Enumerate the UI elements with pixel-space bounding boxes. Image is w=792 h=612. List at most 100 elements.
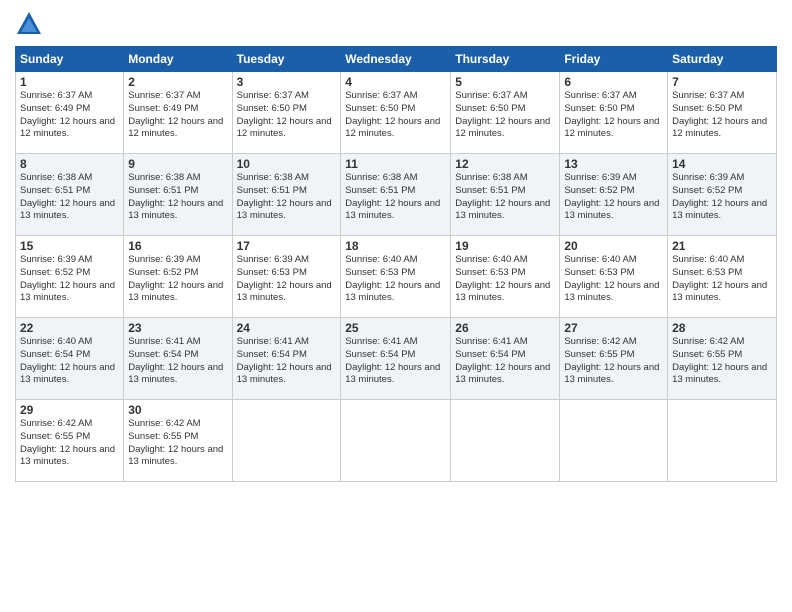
day-info: Sunrise: 6:38 AM Sunset: 6:51 PM Dayligh… xyxy=(345,172,446,223)
calendar-day-cell: 18 Sunrise: 6:40 AM Sunset: 6:53 PM Dayl… xyxy=(341,236,451,318)
day-info: Sunrise: 6:41 AM Sunset: 6:54 PM Dayligh… xyxy=(455,336,555,387)
day-number: 4 xyxy=(345,75,446,89)
day-info: Sunrise: 6:39 AM Sunset: 6:52 PM Dayligh… xyxy=(20,254,119,305)
day-number: 1 xyxy=(20,75,119,89)
day-number: 24 xyxy=(237,321,337,335)
calendar-day-cell: 15 Sunrise: 6:39 AM Sunset: 6:52 PM Dayl… xyxy=(16,236,124,318)
calendar-day-cell: 6 Sunrise: 6:37 AM Sunset: 6:50 PM Dayli… xyxy=(560,72,668,154)
weekday-header: Friday xyxy=(560,47,668,72)
day-number: 3 xyxy=(237,75,337,89)
day-info: Sunrise: 6:39 AM Sunset: 6:52 PM Dayligh… xyxy=(564,172,663,223)
calendar-day-cell: 20 Sunrise: 6:40 AM Sunset: 6:53 PM Dayl… xyxy=(560,236,668,318)
day-number: 7 xyxy=(672,75,772,89)
calendar-week-row: 15 Sunrise: 6:39 AM Sunset: 6:52 PM Dayl… xyxy=(16,236,777,318)
calendar-day-cell: 5 Sunrise: 6:37 AM Sunset: 6:50 PM Dayli… xyxy=(451,72,560,154)
calendar-day-cell: 12 Sunrise: 6:38 AM Sunset: 6:51 PM Dayl… xyxy=(451,154,560,236)
weekday-header: Saturday xyxy=(668,47,777,72)
day-info: Sunrise: 6:37 AM Sunset: 6:50 PM Dayligh… xyxy=(564,90,663,141)
calendar-week-row: 1 Sunrise: 6:37 AM Sunset: 6:49 PM Dayli… xyxy=(16,72,777,154)
day-info: Sunrise: 6:40 AM Sunset: 6:53 PM Dayligh… xyxy=(564,254,663,305)
day-number: 9 xyxy=(128,157,227,171)
calendar-week-row: 8 Sunrise: 6:38 AM Sunset: 6:51 PM Dayli… xyxy=(16,154,777,236)
calendar-day-cell: 14 Sunrise: 6:39 AM Sunset: 6:52 PM Dayl… xyxy=(668,154,777,236)
calendar-day-cell: 1 Sunrise: 6:37 AM Sunset: 6:49 PM Dayli… xyxy=(16,72,124,154)
day-number: 14 xyxy=(672,157,772,171)
day-number: 18 xyxy=(345,239,446,253)
day-info: Sunrise: 6:37 AM Sunset: 6:50 PM Dayligh… xyxy=(237,90,337,141)
calendar-day-cell: 24 Sunrise: 6:41 AM Sunset: 6:54 PM Dayl… xyxy=(232,318,341,400)
calendar-day-cell: 17 Sunrise: 6:39 AM Sunset: 6:53 PM Dayl… xyxy=(232,236,341,318)
day-number: 21 xyxy=(672,239,772,253)
calendar-week-row: 29 Sunrise: 6:42 AM Sunset: 6:55 PM Dayl… xyxy=(16,400,777,482)
day-number: 27 xyxy=(564,321,663,335)
day-number: 15 xyxy=(20,239,119,253)
calendar-day-cell: 13 Sunrise: 6:39 AM Sunset: 6:52 PM Dayl… xyxy=(560,154,668,236)
day-number: 10 xyxy=(237,157,337,171)
day-number: 17 xyxy=(237,239,337,253)
calendar-day-cell: 3 Sunrise: 6:37 AM Sunset: 6:50 PM Dayli… xyxy=(232,72,341,154)
day-number: 25 xyxy=(345,321,446,335)
weekday-header: Monday xyxy=(124,47,232,72)
day-info: Sunrise: 6:40 AM Sunset: 6:53 PM Dayligh… xyxy=(672,254,772,305)
calendar-day-cell xyxy=(232,400,341,482)
day-number: 20 xyxy=(564,239,663,253)
day-info: Sunrise: 6:38 AM Sunset: 6:51 PM Dayligh… xyxy=(128,172,227,223)
day-info: Sunrise: 6:39 AM Sunset: 6:53 PM Dayligh… xyxy=(237,254,337,305)
day-number: 30 xyxy=(128,403,227,417)
day-info: Sunrise: 6:42 AM Sunset: 6:55 PM Dayligh… xyxy=(128,418,227,469)
calendar-day-cell: 26 Sunrise: 6:41 AM Sunset: 6:54 PM Dayl… xyxy=(451,318,560,400)
day-info: Sunrise: 6:40 AM Sunset: 6:53 PM Dayligh… xyxy=(455,254,555,305)
calendar-day-cell: 10 Sunrise: 6:38 AM Sunset: 6:51 PM Dayl… xyxy=(232,154,341,236)
day-number: 26 xyxy=(455,321,555,335)
day-info: Sunrise: 6:38 AM Sunset: 6:51 PM Dayligh… xyxy=(237,172,337,223)
day-info: Sunrise: 6:42 AM Sunset: 6:55 PM Dayligh… xyxy=(564,336,663,387)
day-info: Sunrise: 6:37 AM Sunset: 6:50 PM Dayligh… xyxy=(345,90,446,141)
day-info: Sunrise: 6:41 AM Sunset: 6:54 PM Dayligh… xyxy=(128,336,227,387)
calendar-day-cell: 11 Sunrise: 6:38 AM Sunset: 6:51 PM Dayl… xyxy=(341,154,451,236)
calendar-day-cell: 28 Sunrise: 6:42 AM Sunset: 6:55 PM Dayl… xyxy=(668,318,777,400)
logo-icon xyxy=(15,10,43,38)
calendar-day-cell: 23 Sunrise: 6:41 AM Sunset: 6:54 PM Dayl… xyxy=(124,318,232,400)
day-info: Sunrise: 6:37 AM Sunset: 6:50 PM Dayligh… xyxy=(672,90,772,141)
day-info: Sunrise: 6:40 AM Sunset: 6:54 PM Dayligh… xyxy=(20,336,119,387)
day-number: 28 xyxy=(672,321,772,335)
calendar-table: SundayMondayTuesdayWednesdayThursdayFrid… xyxy=(15,46,777,482)
day-number: 12 xyxy=(455,157,555,171)
calendar-day-cell: 22 Sunrise: 6:40 AM Sunset: 6:54 PM Dayl… xyxy=(16,318,124,400)
weekday-header: Tuesday xyxy=(232,47,341,72)
calendar-day-cell: 16 Sunrise: 6:39 AM Sunset: 6:52 PM Dayl… xyxy=(124,236,232,318)
day-info: Sunrise: 6:42 AM Sunset: 6:55 PM Dayligh… xyxy=(20,418,119,469)
calendar-day-cell: 9 Sunrise: 6:38 AM Sunset: 6:51 PM Dayli… xyxy=(124,154,232,236)
calendar-day-cell: 4 Sunrise: 6:37 AM Sunset: 6:50 PM Dayli… xyxy=(341,72,451,154)
header xyxy=(15,10,777,38)
calendar-day-cell: 19 Sunrise: 6:40 AM Sunset: 6:53 PM Dayl… xyxy=(451,236,560,318)
weekday-header: Wednesday xyxy=(341,47,451,72)
day-number: 6 xyxy=(564,75,663,89)
calendar-day-cell: 27 Sunrise: 6:42 AM Sunset: 6:55 PM Dayl… xyxy=(560,318,668,400)
calendar-day-cell: 25 Sunrise: 6:41 AM Sunset: 6:54 PM Dayl… xyxy=(341,318,451,400)
calendar-day-cell xyxy=(668,400,777,482)
day-number: 13 xyxy=(564,157,663,171)
day-number: 16 xyxy=(128,239,227,253)
weekday-header: Sunday xyxy=(16,47,124,72)
calendar-day-cell: 8 Sunrise: 6:38 AM Sunset: 6:51 PM Dayli… xyxy=(16,154,124,236)
day-number: 19 xyxy=(455,239,555,253)
weekday-header: Thursday xyxy=(451,47,560,72)
calendar-day-cell: 29 Sunrise: 6:42 AM Sunset: 6:55 PM Dayl… xyxy=(16,400,124,482)
calendar-day-cell: 30 Sunrise: 6:42 AM Sunset: 6:55 PM Dayl… xyxy=(124,400,232,482)
day-number: 22 xyxy=(20,321,119,335)
logo xyxy=(15,10,47,38)
day-number: 2 xyxy=(128,75,227,89)
day-info: Sunrise: 6:37 AM Sunset: 6:50 PM Dayligh… xyxy=(455,90,555,141)
day-info: Sunrise: 6:38 AM Sunset: 6:51 PM Dayligh… xyxy=(20,172,119,223)
calendar-day-cell: 21 Sunrise: 6:40 AM Sunset: 6:53 PM Dayl… xyxy=(668,236,777,318)
day-info: Sunrise: 6:40 AM Sunset: 6:53 PM Dayligh… xyxy=(345,254,446,305)
calendar-day-cell: 7 Sunrise: 6:37 AM Sunset: 6:50 PM Dayli… xyxy=(668,72,777,154)
day-info: Sunrise: 6:41 AM Sunset: 6:54 PM Dayligh… xyxy=(345,336,446,387)
calendar-day-cell xyxy=(341,400,451,482)
day-number: 11 xyxy=(345,157,446,171)
day-info: Sunrise: 6:39 AM Sunset: 6:52 PM Dayligh… xyxy=(672,172,772,223)
day-number: 5 xyxy=(455,75,555,89)
day-info: Sunrise: 6:39 AM Sunset: 6:52 PM Dayligh… xyxy=(128,254,227,305)
calendar-week-row: 22 Sunrise: 6:40 AM Sunset: 6:54 PM Dayl… xyxy=(16,318,777,400)
